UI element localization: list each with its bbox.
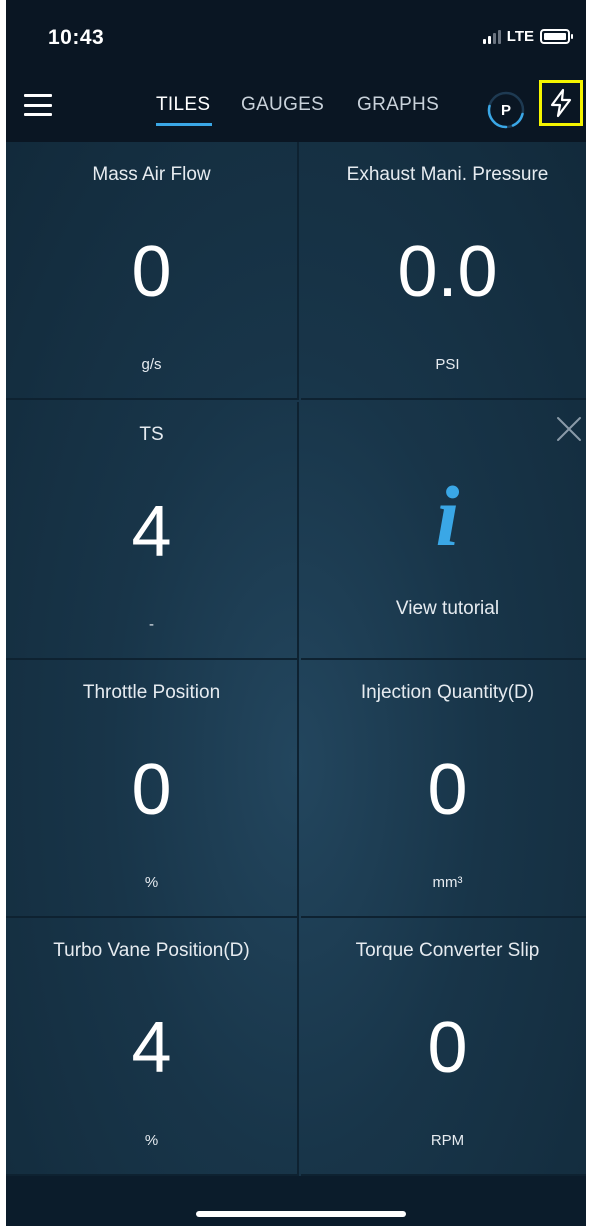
close-icon[interactable] xyxy=(556,416,582,442)
lightning-bolt-button[interactable] xyxy=(539,80,583,126)
tile-title: TS xyxy=(139,424,164,445)
tile-title: Turbo Vane Position(D) xyxy=(53,940,250,961)
parking-status-button[interactable]: P xyxy=(486,90,526,130)
tile-unit: % xyxy=(144,1132,159,1149)
tab-tiles[interactable]: TILES xyxy=(156,94,210,116)
tile-exhaust-manifold-pressure[interactable]: Exhaust Mani. Pressure 0.0 PSI xyxy=(301,142,586,400)
tile-throttle-position[interactable]: Throttle Position 0 % xyxy=(6,660,299,918)
tiles-grid: Mass Air Flow 0 g/s Exhaust Mani. Pressu… xyxy=(6,142,586,1176)
tile-title: Exhaust Mani. Pressure xyxy=(346,164,549,185)
tile-ts[interactable]: TS 4 - xyxy=(6,402,299,660)
tile-mass-air-flow[interactable]: Mass Air Flow 0 g/s xyxy=(6,142,299,400)
tile-title: Mass Air Flow xyxy=(92,164,211,185)
tile-turbo-vane-position[interactable]: Turbo Vane Position(D) 4 % xyxy=(6,918,299,1176)
tile-unit: mm³ xyxy=(432,874,463,891)
tile-value: 0 xyxy=(131,750,172,830)
tile-torque-converter-slip[interactable]: Torque Converter Slip 0 RPM xyxy=(301,918,586,1176)
tile-value: 0 xyxy=(427,1008,468,1088)
tile-unit: % xyxy=(144,874,159,891)
tile-view-tutorial[interactable]: i View tutorial xyxy=(301,402,586,660)
home-indicator[interactable] xyxy=(196,1211,406,1217)
hamburger-menu-icon[interactable] xyxy=(24,94,52,116)
tab-graphs[interactable]: GRAPHS xyxy=(357,94,439,116)
status-bar: 10:43 LTE xyxy=(6,0,586,76)
lightning-bolt-icon xyxy=(550,88,572,118)
info-icon: i xyxy=(435,468,460,564)
top-navigation: TILES GAUGES GRAPHS P xyxy=(6,76,586,144)
bottom-bar xyxy=(6,1176,586,1226)
tile-value: 4 xyxy=(131,492,172,572)
status-indicators: LTE xyxy=(482,28,573,45)
tile-injection-quantity[interactable]: Injection Quantity(D) 0 mm³ xyxy=(301,660,586,918)
tile-value: 0 xyxy=(131,232,172,312)
p-label: P xyxy=(500,101,511,119)
view-tutorial-label: View tutorial xyxy=(395,598,500,619)
battery-icon xyxy=(540,29,573,44)
network-type: LTE xyxy=(506,28,534,45)
tile-title: Throttle Position xyxy=(82,682,221,703)
tile-unit: - xyxy=(149,616,154,633)
tile-unit: g/s xyxy=(141,356,162,373)
tile-value: 0 xyxy=(427,750,468,830)
signal-icon xyxy=(482,29,501,44)
tab-gauges[interactable]: GAUGES xyxy=(241,94,324,116)
active-tab-indicator xyxy=(156,123,212,126)
tile-value: 4 xyxy=(131,1008,172,1088)
tile-unit: PSI xyxy=(435,356,460,373)
tile-title: Torque Converter Slip xyxy=(355,940,540,961)
tile-unit: RPM xyxy=(430,1132,465,1149)
status-time: 10:43 xyxy=(48,26,105,49)
tile-value: 0.0 xyxy=(397,232,498,312)
app-screen: 10:43 LTE TILES GAUGES GRAPHS P Mass Air… xyxy=(6,0,586,1226)
tile-title: Injection Quantity(D) xyxy=(360,682,535,703)
